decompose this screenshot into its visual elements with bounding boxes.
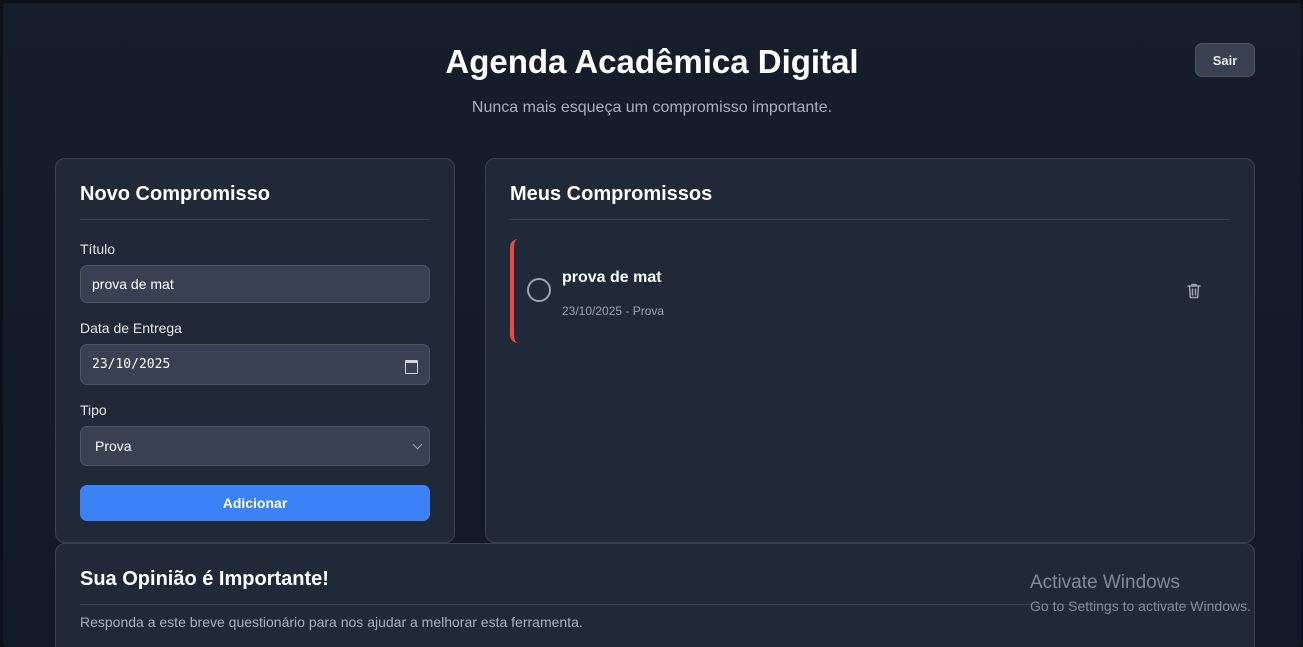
- type-label: Tipo: [80, 402, 107, 418]
- form-divider: [80, 219, 430, 220]
- type-selected-value: Prova: [95, 438, 132, 454]
- list-heading: Meus Compromissos: [510, 183, 713, 205]
- activation-watermark: Activate Windows Go to Settings to activ…: [1030, 572, 1251, 614]
- add-button[interactable]: Adicionar: [80, 485, 430, 521]
- appointment-meta: 23/10/2025 - Prova: [562, 304, 665, 318]
- date-input[interactable]: 23/10/2025: [80, 344, 430, 385]
- feedback-description: Responda a este breve questionário para …: [80, 614, 583, 630]
- list-divider: [510, 219, 1230, 220]
- watermark-line-2: Go to Settings to activate Windows.: [1030, 598, 1251, 614]
- title-input[interactable]: [80, 265, 430, 303]
- watermark-line-1: Activate Windows: [1030, 572, 1180, 593]
- type-select[interactable]: Prova: [80, 426, 430, 466]
- form-heading: Novo Compromisso: [80, 183, 271, 205]
- date-value: 23/10/2025: [92, 357, 171, 372]
- appointments-card: Meus Compromissos prova de mat 23/10/202…: [485, 158, 1255, 543]
- app-page: Agenda Acadêmica Digital Nunca mais esqu…: [3, 3, 1301, 647]
- appointment-item: prova de mat 23/10/2025 - Prova: [510, 239, 1230, 343]
- new-appointment-card: Novo Compromisso Título Data de Entrega …: [55, 158, 455, 543]
- logout-button[interactable]: Sair: [1195, 43, 1255, 77]
- page-subtitle: Nunca mais esqueça um compromisso import…: [471, 99, 833, 116]
- calendar-icon[interactable]: [404, 358, 418, 374]
- chevron-down-icon: [412, 439, 423, 449]
- appointment-title: prova de mat: [562, 269, 662, 286]
- date-label: Data de Entrega: [80, 320, 182, 336]
- trash-icon[interactable]: [1184, 281, 1204, 301]
- title-label: Título: [80, 241, 116, 257]
- header: Agenda Acadêmica Digital Nunca mais esqu…: [3, 3, 1301, 143]
- page-title: Agenda Acadêmica Digital: [445, 43, 859, 80]
- complete-checkbox[interactable]: [527, 278, 551, 302]
- feedback-heading: Sua Opinião é Importante!: [80, 568, 329, 590]
